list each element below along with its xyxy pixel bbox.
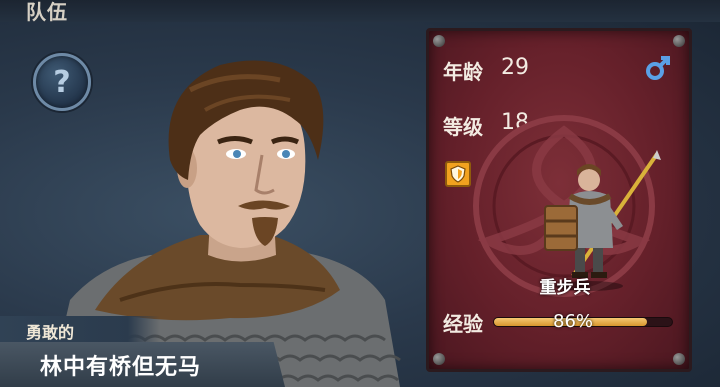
unit-class: 重步兵 xyxy=(539,278,591,298)
stats-card: 年龄 29 等级 18 重步兵 经验 86% xyxy=(426,28,692,372)
hero-name: 林中有桥但无马 xyxy=(40,355,202,380)
page-title: 队伍 xyxy=(26,0,68,24)
trait-badge[interactable] xyxy=(445,161,471,187)
rivet xyxy=(433,353,445,365)
trait-banner xyxy=(0,316,160,342)
age-value: 29 xyxy=(501,55,529,80)
hero-name-banner: 勇敢的 林中有桥但无马 xyxy=(0,316,285,387)
rivet xyxy=(673,35,685,47)
hero-trait: 勇敢的 xyxy=(26,323,75,342)
top-bar: 队伍 xyxy=(0,0,720,24)
shield-icon xyxy=(450,165,466,183)
exp-label: 经验 xyxy=(443,312,483,336)
age-label: 年龄 xyxy=(443,60,483,84)
male-icon xyxy=(646,56,670,80)
rivet xyxy=(673,353,685,365)
rivet xyxy=(433,35,445,47)
exp-percent: 86% xyxy=(553,311,594,332)
